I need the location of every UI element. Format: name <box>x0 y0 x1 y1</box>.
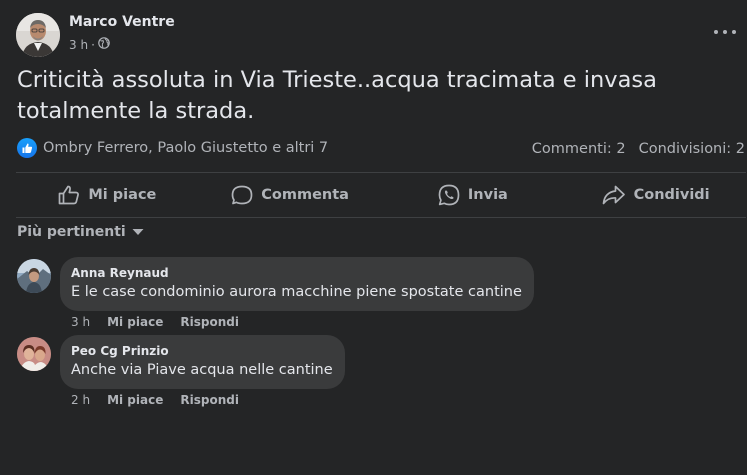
post-time[interactable]: 3 h <box>69 38 88 52</box>
send-button[interactable]: Invia <box>382 184 565 206</box>
comment-icon <box>231 185 253 205</box>
post-meta: 3 h · <box>69 37 110 52</box>
engagement-counts: Commenti: 2 Condivisioni: 2 <box>532 141 745 157</box>
dot-icon <box>714 30 718 34</box>
dot-icon <box>732 30 736 34</box>
filter-label: Più pertinenti <box>17 224 126 240</box>
comment-button[interactable]: Commenta <box>199 185 382 205</box>
send-label: Invia <box>467 187 508 203</box>
comment-label: Commenta <box>261 187 349 203</box>
comment-meta: 3 h Mi piace Rispondi <box>71 315 239 329</box>
comment-like-button[interactable]: Mi piace <box>107 393 163 407</box>
comment-text: Anche via Piave acqua nelle cantine <box>71 362 333 378</box>
post-text: Criticità assoluta in Via Trieste..acqua… <box>17 67 657 124</box>
share-icon <box>602 185 626 205</box>
comment-meta: 2 h Mi piace Rispondi <box>71 393 239 407</box>
like-label: Mi piace <box>88 187 157 203</box>
like-icon <box>17 138 37 158</box>
comment-bubble: Anna Reynaud E le case condominio aurora… <box>60 257 534 311</box>
commenter-avatar[interactable] <box>17 337 51 371</box>
meta-separator: · <box>91 37 95 52</box>
comment-time[interactable]: 2 h <box>71 393 90 407</box>
action-bar: Mi piace Commenta Invia Condividi <box>16 173 747 217</box>
share-label: Condividi <box>633 187 710 203</box>
thumbs-up-icon <box>58 185 80 205</box>
reactions-summary[interactable]: Ombry Ferrero, Paolo Giustetto e altri 7 <box>17 138 328 158</box>
commenter-name[interactable]: Peo Cg Prinzio <box>71 343 333 359</box>
like-button[interactable]: Mi piace <box>16 185 199 205</box>
comment-time[interactable]: 3 h <box>71 315 90 329</box>
caret-down-icon <box>132 224 144 240</box>
commenter-avatar[interactable] <box>17 259 51 293</box>
author-name[interactable]: Marco Ventre <box>69 14 175 30</box>
comments-filter-dropdown[interactable]: Più pertinenti <box>17 224 144 240</box>
globe-icon[interactable] <box>98 37 110 52</box>
share-button[interactable]: Condividi <box>564 185 747 205</box>
reactors-list[interactable]: Ombry Ferrero, Paolo Giustetto e altri 7 <box>43 140 328 156</box>
comment-reply-button[interactable]: Rispondi <box>180 393 239 407</box>
divider <box>16 217 746 218</box>
shares-count[interactable]: Condivisioni: 2 <box>639 141 745 157</box>
comment-text: E le case condominio aurora macchine pie… <box>71 284 522 300</box>
whatsapp-icon <box>438 184 460 206</box>
dot-icon <box>723 30 727 34</box>
comments-count[interactable]: Commenti: 2 <box>532 141 626 157</box>
author-avatar[interactable] <box>16 13 60 57</box>
more-options-button[interactable] <box>714 22 736 42</box>
commenter-name[interactable]: Anna Reynaud <box>71 265 522 281</box>
comment-like-button[interactable]: Mi piace <box>107 315 163 329</box>
post-card: Marco Ventre 3 h · Criticità assoluta in… <box>0 0 747 475</box>
comment-bubble: Peo Cg Prinzio Anche via Piave acqua nel… <box>60 335 345 389</box>
comment-reply-button[interactable]: Rispondi <box>180 315 239 329</box>
